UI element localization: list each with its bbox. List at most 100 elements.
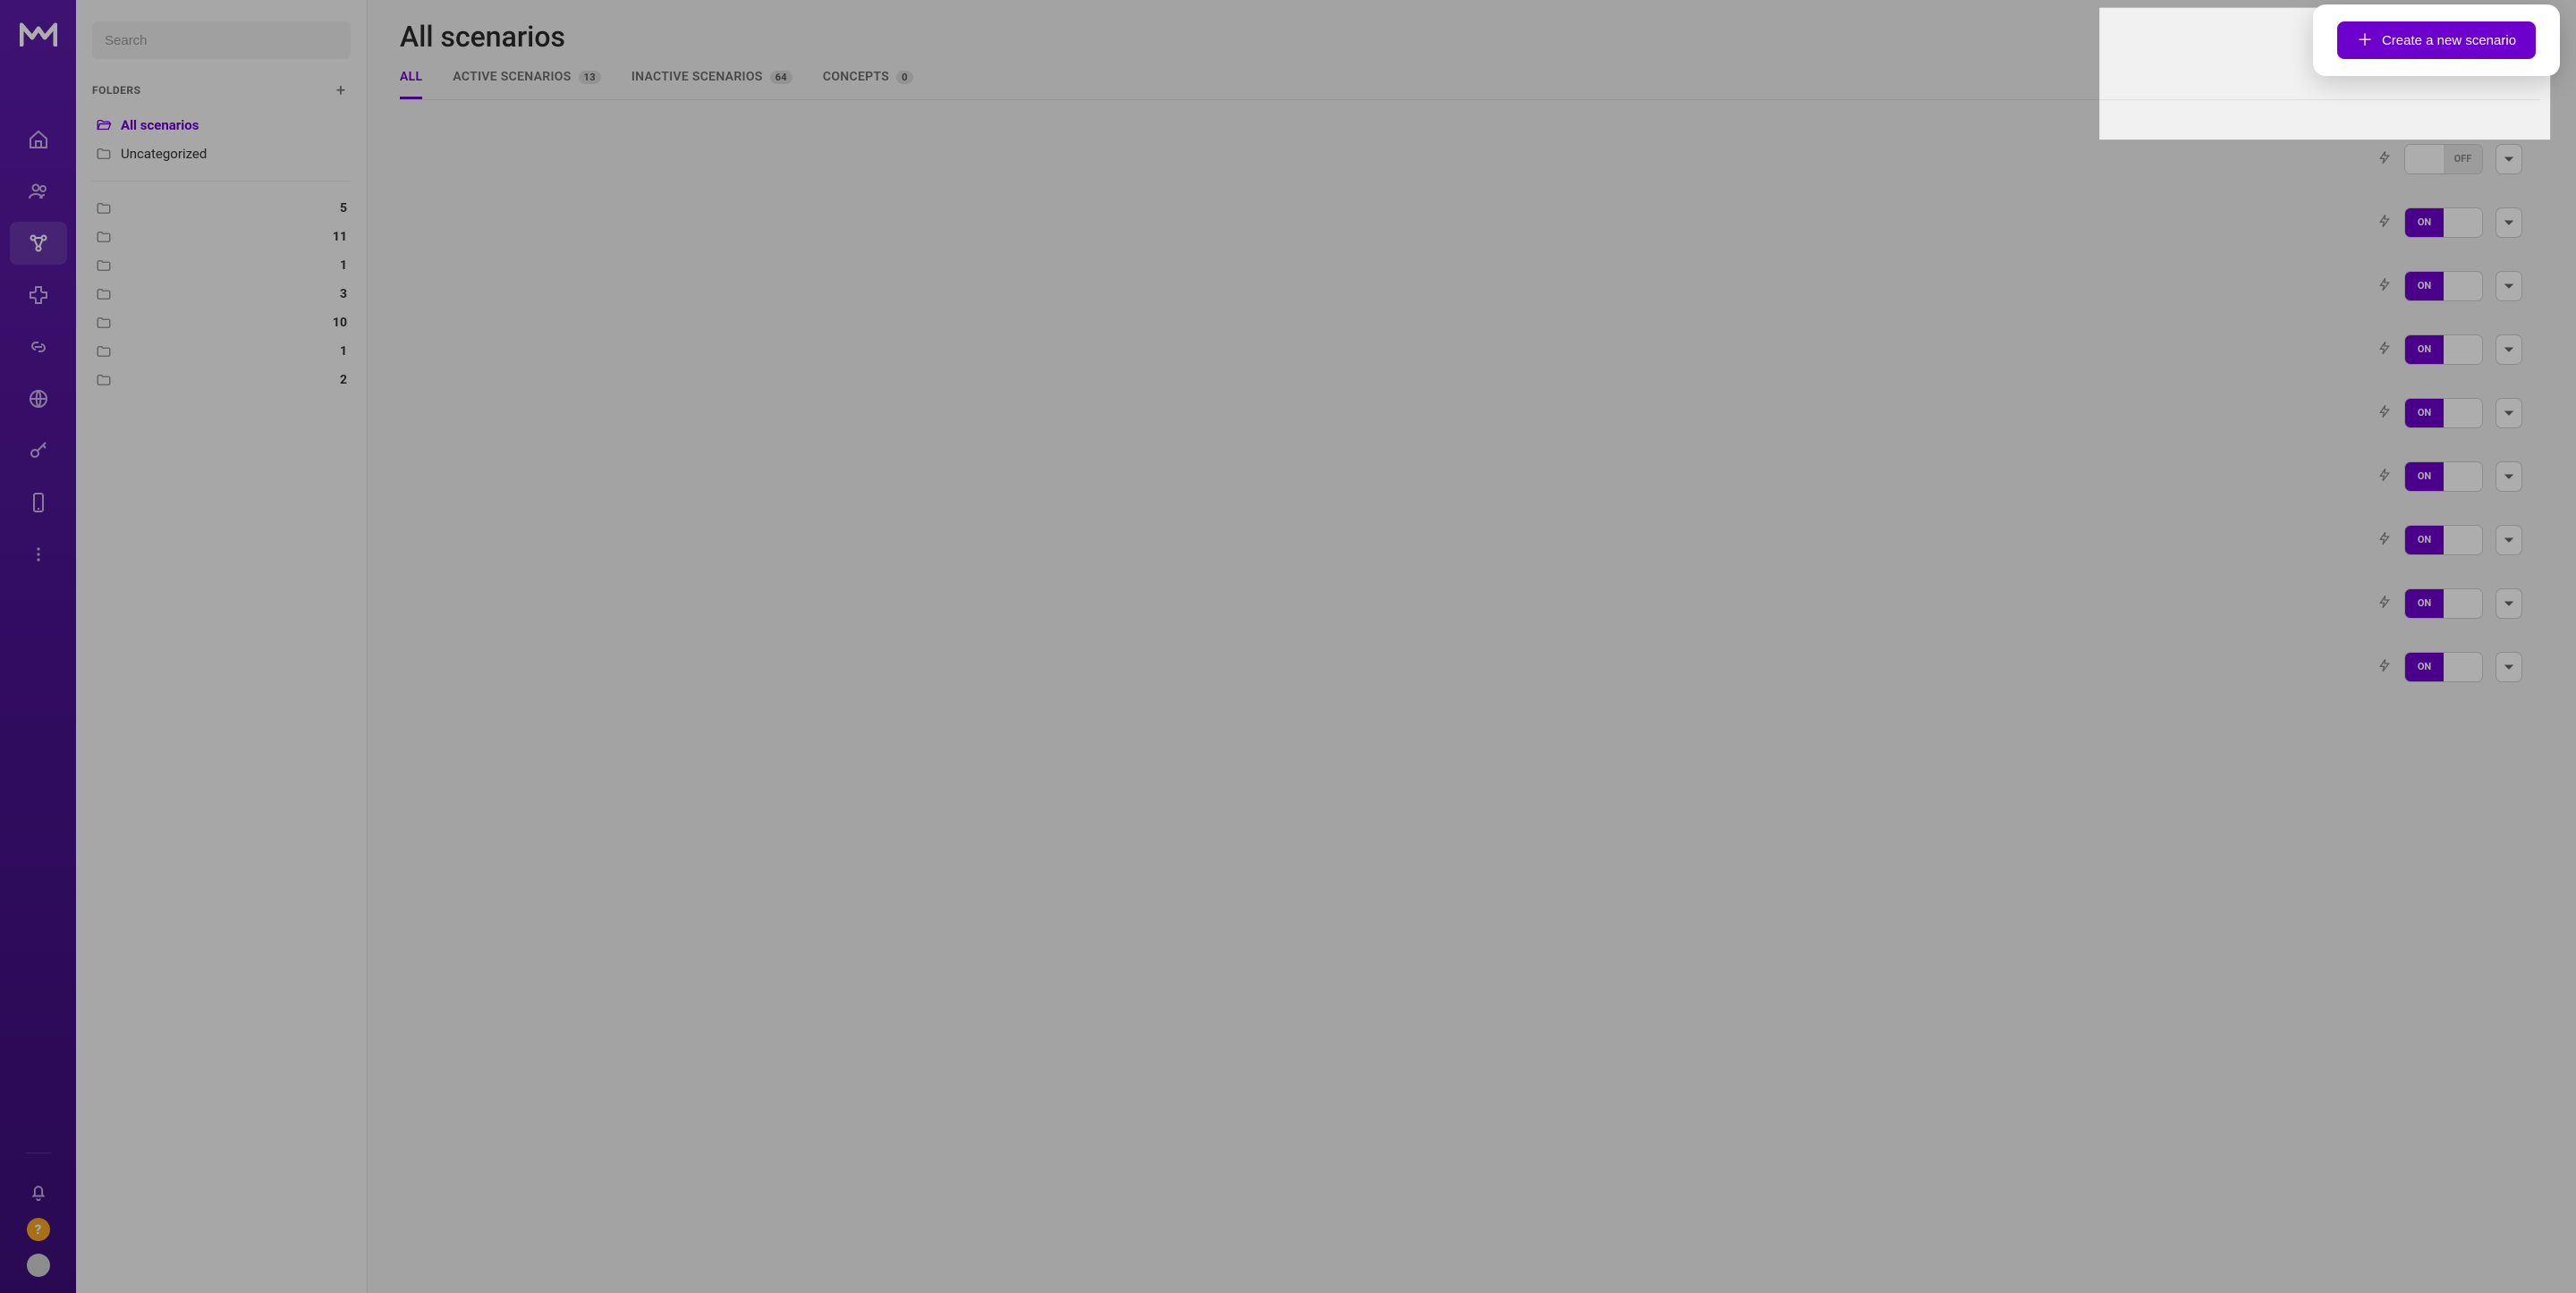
scenario-toggle[interactable]: ON: [2404, 271, 2483, 301]
bolt-icon: [2377, 531, 2392, 549]
scenario-toggle[interactable]: ON: [2404, 461, 2483, 492]
folder-icon: [96, 315, 112, 331]
help-badge[interactable]: ?: [27, 1218, 50, 1241]
nav-scenarios[interactable]: [10, 222, 67, 265]
scenario-row-menu[interactable]: [2496, 271, 2522, 301]
create-scenario-label: Create a new scenario: [2382, 33, 2516, 48]
folder-row[interactable]: 2: [89, 366, 354, 394]
folder-label: Uncategorized: [121, 146, 207, 162]
folder-count: 10: [333, 316, 347, 330]
folder-count: 11: [333, 230, 347, 244]
nav-keys[interactable]: [10, 429, 67, 472]
scenario-row-menu[interactable]: [2496, 588, 2522, 619]
scenario-toggle[interactable]: ON: [2404, 207, 2483, 238]
scenario-row: ON: [400, 508, 2540, 571]
nav-globe[interactable]: [10, 377, 67, 420]
toggle-on-label: ON: [2405, 272, 2444, 300]
scenario-row-menu[interactable]: [2496, 334, 2522, 365]
folder-icon: [96, 229, 112, 245]
scenario-toggle[interactable]: OFF: [2404, 144, 2483, 174]
nav-mobile[interactable]: [10, 481, 67, 524]
folder-open-icon: [96, 117, 112, 133]
bolt-icon: [2377, 150, 2392, 168]
toggle-on-label: ON: [2405, 526, 2444, 554]
folder-icon: [96, 258, 112, 274]
tab-badge: 13: [579, 71, 601, 84]
add-folder-button[interactable]: +: [331, 80, 351, 100]
folder-count: 2: [340, 373, 347, 387]
toggle-on-label: ON: [2405, 653, 2444, 681]
bolt-icon: [2377, 595, 2392, 613]
nav-integrations[interactable]: [10, 274, 67, 317]
scenario-toggle[interactable]: ON: [2404, 588, 2483, 619]
scenario-row: ON: [400, 444, 2540, 508]
user-avatar[interactable]: [27, 1254, 50, 1277]
scenario-row: ON: [400, 254, 2540, 317]
tab-inactive-scenarios[interactable]: INACTIVE SCENARIOS 64: [631, 70, 792, 99]
tab-badge: 64: [770, 71, 792, 84]
scenario-row-menu[interactable]: [2496, 207, 2522, 238]
toggle-off-label: [2444, 653, 2482, 681]
scenario-row-menu[interactable]: [2496, 398, 2522, 428]
scenario-row-menu[interactable]: [2496, 461, 2522, 492]
folder-uncategorized[interactable]: Uncategorized: [89, 139, 354, 168]
bolt-icon: [2377, 404, 2392, 422]
scenario-row: ON: [400, 190, 2540, 254]
toggle-off-label: [2444, 462, 2482, 491]
bolt-icon: [2377, 277, 2392, 295]
toggle-off-label: [2444, 335, 2482, 364]
scenario-row-menu[interactable]: [2496, 525, 2522, 555]
toggle-off-label: [2444, 208, 2482, 237]
bolt-icon: [2377, 468, 2392, 486]
folder-row[interactable]: 11: [89, 223, 354, 251]
scenario-toggle[interactable]: ON: [2404, 652, 2483, 682]
folder-row[interactable]: 10: [89, 308, 354, 337]
tab-label: ALL: [400, 70, 422, 84]
scenario-toggle[interactable]: ON: [2404, 525, 2483, 555]
toggle-on-label: [2405, 145, 2444, 173]
main-content: All scenarios ALLACTIVE SCENARIOS13INACT…: [368, 0, 2576, 1293]
tab-active-scenarios[interactable]: ACTIVE SCENARIOS 13: [453, 70, 600, 99]
scenario-row: ON: [400, 317, 2540, 381]
tab-badge: 0: [896, 71, 913, 84]
toggle-on-label: ON: [2405, 462, 2444, 491]
folder-label: All scenarios: [121, 117, 199, 133]
scenario-toggle[interactable]: ON: [2404, 334, 2483, 365]
folder-all-scenarios[interactable]: All scenarios: [89, 111, 354, 139]
toggle-on-label: ON: [2405, 208, 2444, 237]
bolt-icon: [2377, 341, 2392, 359]
tab-label: ACTIVE SCENARIOS: [453, 70, 571, 84]
toggle-on-label: ON: [2405, 399, 2444, 427]
scenario-row-menu[interactable]: [2496, 144, 2522, 174]
folder-row[interactable]: 3: [89, 280, 354, 308]
scenario-row: ON: [400, 381, 2540, 444]
folder-count: 1: [340, 258, 347, 273]
folder-row[interactable]: 1: [89, 251, 354, 280]
app-logo[interactable]: [20, 20, 57, 46]
plus-icon: ＋: [2357, 32, 2373, 48]
folder-row[interactable]: 1: [89, 337, 354, 366]
folder-icon: [96, 200, 112, 216]
nav-more[interactable]: [10, 533, 67, 576]
folder-count: 1: [340, 344, 347, 359]
scenario-row: OFF: [400, 127, 2540, 190]
folder-row[interactable]: 5: [89, 194, 354, 223]
nav-team[interactable]: [10, 170, 67, 213]
scenario-toggle[interactable]: ON: [2404, 398, 2483, 428]
folder-count: 3: [340, 287, 347, 301]
create-scenario-button[interactable]: ＋ Create a new scenario: [2337, 21, 2536, 59]
tab-all[interactable]: ALL: [400, 70, 422, 99]
folder-icon: [96, 146, 112, 162]
search-input[interactable]: [92, 21, 351, 59]
tab-concepts[interactable]: CONCEPTS 0: [823, 70, 913, 99]
tab-label: CONCEPTS: [823, 70, 889, 84]
folder-count: 5: [340, 201, 347, 216]
vertical-nav: ?: [0, 0, 76, 1293]
nav-home[interactable]: [10, 118, 67, 161]
bolt-icon: [2377, 214, 2392, 232]
tabs-bar: ALL ACTIVE SCENARIOS 13 INACTIVE SCENARIOS 6…: [400, 70, 2540, 100]
scenario-row-menu[interactable]: [2496, 652, 2522, 682]
notifications-icon[interactable]: [29, 1182, 48, 1205]
tab-label: INACTIVE SCENARIOS: [631, 70, 763, 84]
nav-connections[interactable]: [10, 325, 67, 368]
